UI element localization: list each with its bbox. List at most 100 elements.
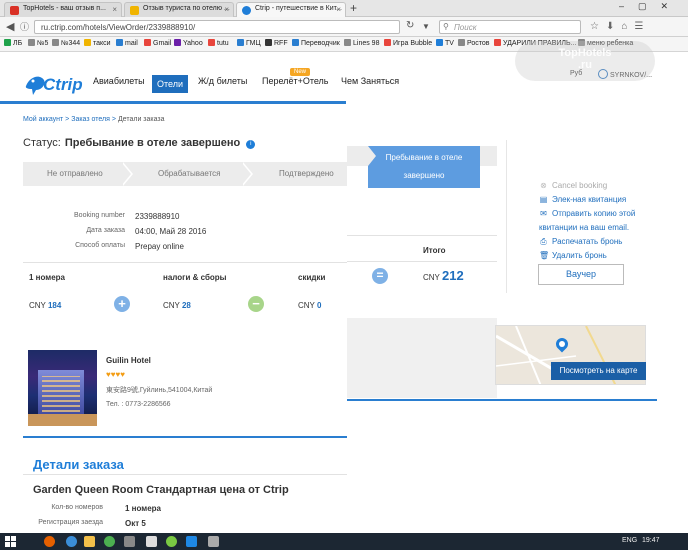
app-icon[interactable]	[124, 536, 135, 547]
bookmark[interactable]: ГМЦ	[237, 39, 261, 47]
progress-steps: Не отправлено Обрабатывается Подтвержден…	[23, 162, 347, 186]
search-icon: ⚲	[443, 22, 449, 31]
bookmark[interactable]: Переводчик	[292, 39, 340, 47]
price-value: CNY 28	[163, 301, 191, 310]
tab-title: TopHotels - ваш отзыв п...	[23, 5, 106, 12]
room-title: Garden Queen Room Стандартная цена от Ct…	[33, 484, 289, 496]
bookmark[interactable]: Ростов	[458, 39, 490, 47]
nav-flight-hotel[interactable]: Перелёт+Отель	[262, 76, 329, 86]
divider	[23, 474, 347, 475]
app-icon[interactable]	[166, 536, 177, 547]
tab-title: Ctrip - путешествие в Кит...	[255, 5, 342, 12]
firefox-icon[interactable]	[44, 536, 55, 547]
browser-tab-active[interactable]: Ctrip - путешествие в Кит... ×	[236, 2, 346, 17]
close-tab-icon[interactable]: ×	[224, 5, 229, 14]
app-icon[interactable]	[186, 536, 197, 547]
print-booking-link[interactable]: ⎙ Распечатать бронь	[539, 237, 622, 247]
detail-value: 04:00, Май 28 2016	[135, 227, 207, 236]
breadcrumb-separator: >	[65, 116, 70, 123]
nav-activities[interactable]: ем Заняться	[347, 76, 399, 86]
detail-label: Booking number	[74, 212, 125, 219]
breadcrumb-my-account[interactable]: Мой аккаунт	[23, 116, 63, 123]
address-bar[interactable]: ru.ctrip.com/hotels/ViewOrder/2339888910…	[34, 20, 400, 34]
header-divider	[0, 101, 346, 104]
bookmark[interactable]: №344	[52, 39, 80, 47]
info-icon[interactable]: ⓘ	[20, 20, 29, 33]
bookmark[interactable]: Игра Bubble	[384, 39, 432, 47]
hotel-photo[interactable]	[28, 350, 97, 426]
step-processing: Обрабатывается	[158, 169, 221, 178]
cancel-booking-link[interactable]: ⊗ Cancel booking	[539, 181, 607, 190]
hotel-rating-icon: ♥♥♥♥	[106, 370, 125, 379]
receipt-icon: ▤	[539, 195, 548, 204]
step-confirmed: Подтверждено	[279, 169, 334, 178]
e-receipt-link[interactable]: ▤ Элек-ная квитанция	[539, 195, 627, 204]
hotel-name[interactable]: Guilin Hotel	[106, 356, 151, 365]
folder-icon[interactable]	[84, 536, 95, 547]
clock[interactable]: 19:47	[642, 537, 660, 544]
cancel-icon: ⊗	[540, 181, 547, 190]
bookmark[interactable]: mail	[116, 39, 138, 47]
app-icon[interactable]	[208, 536, 219, 547]
divider	[347, 235, 497, 236]
gmail-icon	[10, 6, 19, 15]
divider	[347, 261, 497, 262]
ctrip-logo-text[interactable]: Ctrip	[43, 75, 83, 95]
keyboard-language[interactable]: ENG	[622, 537, 637, 544]
price-label: скидки	[298, 273, 326, 282]
hotel-address: 東安路9號,Гуйлинь,541004,Китай	[106, 387, 213, 394]
send-copy-link-line2[interactable]: квитанции на ваш email.	[539, 223, 629, 232]
bookmark[interactable]: ЛБ	[4, 39, 22, 47]
browser-tab-bar: TopHotels - ваш отзыв п... × Отзыв турис…	[0, 0, 688, 17]
breadcrumb-current: Детали заказа	[117, 116, 165, 123]
order-value: Окт 5	[125, 519, 146, 528]
bookmark[interactable]: Yahoo	[174, 39, 203, 47]
step-chevron	[121, 162, 131, 186]
bookmark[interactable]: RFF	[265, 39, 288, 47]
status-label: Статус:	[23, 137, 61, 149]
chevron-down-icon[interactable]: ▼	[422, 22, 430, 31]
nav-hotels[interactable]: Отели	[152, 75, 189, 93]
step-completed: Пребывание в отеле завершено	[368, 146, 480, 188]
bookmark[interactable]: такси	[84, 39, 111, 47]
window-controls[interactable]: –▢✕	[619, 1, 682, 12]
close-tab-icon[interactable]: ×	[112, 5, 117, 14]
calculator-icon[interactable]	[146, 536, 157, 547]
windows-start-icon[interactable]	[5, 536, 16, 547]
bookmark[interactable]: №5	[28, 39, 48, 47]
nav-trains[interactable]: Ж/д билеты	[198, 76, 247, 86]
voucher-button[interactable]: Ваучер	[538, 264, 624, 285]
nav-flights[interactable]: Авиабилеты	[93, 76, 145, 86]
bookmark[interactable]: TV	[436, 39, 454, 47]
reload-icon[interactable]: ↻	[406, 20, 414, 31]
breadcrumb-hotel-order[interactable]: Заказ отеля	[71, 116, 110, 123]
total-label: Итого	[423, 246, 446, 255]
browser-tab[interactable]: Отзыв туриста по отелю ... ×	[124, 2, 234, 17]
browser-tab[interactable]: TopHotels - ваш отзыв п... ×	[4, 2, 122, 17]
search-input[interactable]: ⚲ Поиск	[439, 20, 581, 34]
new-badge: New	[290, 68, 311, 76]
detail-label: Способ оплаты	[75, 242, 125, 249]
toolbar-icons[interactable]: ☆⬇⌂☰	[590, 21, 650, 32]
send-copy-link[interactable]: ✉ Отправить копию этой	[539, 209, 635, 218]
bookmark[interactable]: Gmail	[144, 39, 171, 47]
detail-value: 2339888910	[135, 212, 180, 221]
app-icon[interactable]	[104, 536, 115, 547]
breadcrumb: Мой аккаунт > Заказ отеля > Детали заказ…	[23, 116, 165, 123]
email-icon: ✉	[540, 209, 547, 218]
bookmark[interactable]: Lines 98	[344, 39, 379, 47]
new-tab-button[interactable]: +	[350, 1, 357, 15]
price-value: CNY 0	[298, 301, 322, 310]
delete-booking-link[interactable]: 🗑 Удалить бронь	[539, 251, 607, 260]
close-tab-icon[interactable]: ×	[336, 5, 341, 14]
back-arrow-icon[interactable]: ◀	[6, 20, 14, 33]
page-icon	[130, 6, 139, 15]
browser-toolbar: ◀ ⓘ ru.ctrip.com/hotels/ViewOrder/233988…	[0, 17, 688, 37]
info-icon[interactable]: i	[246, 140, 256, 149]
bookmark[interactable]: tutu	[208, 39, 229, 47]
search-placeholder: Поиск	[454, 23, 477, 32]
page-gap	[347, 318, 497, 398]
hotel-phone: Тел. : 0773-2286566	[106, 401, 171, 408]
browser-icon[interactable]	[66, 536, 77, 547]
view-on-map-button[interactable]: Посмотреть на карте	[551, 362, 646, 380]
